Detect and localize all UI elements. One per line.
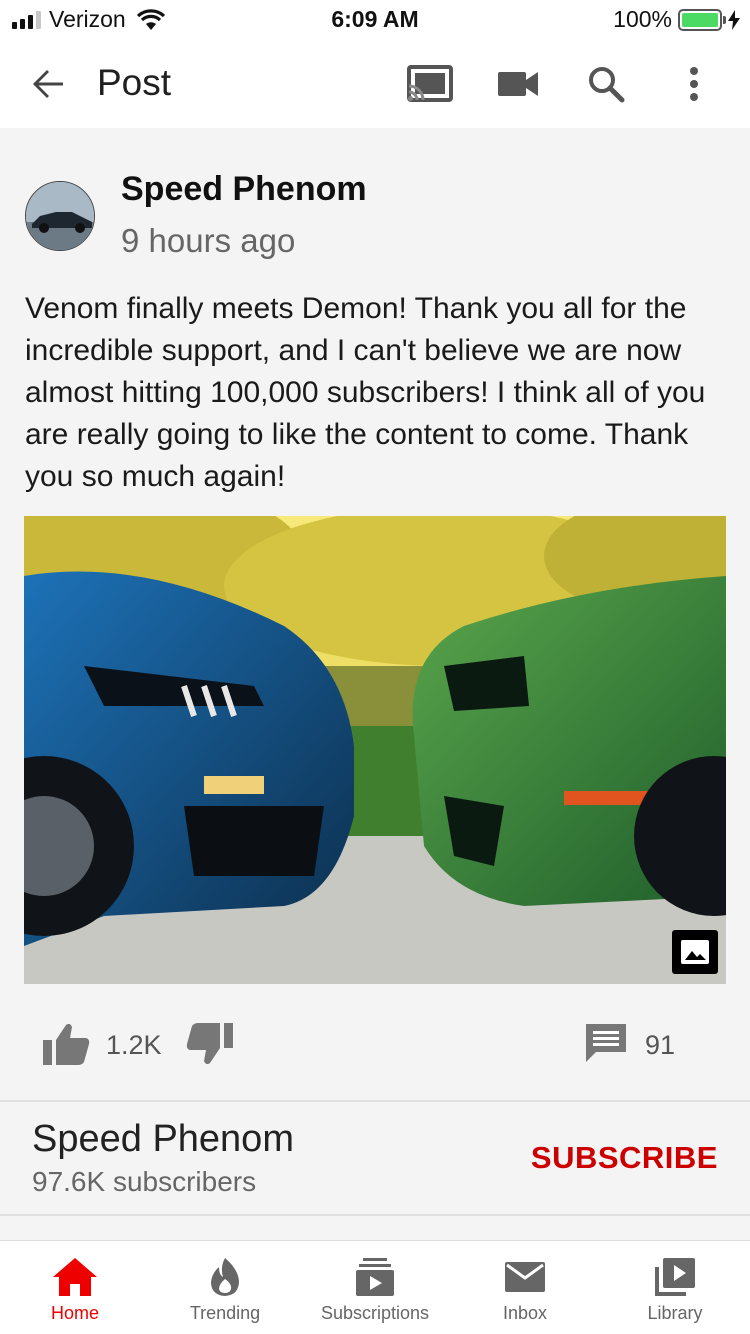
page-title: Post [97, 62, 172, 103]
nav-trending[interactable]: Trending [150, 1241, 300, 1334]
back-button[interactable] [22, 58, 74, 110]
more-options-button[interactable] [668, 58, 720, 110]
dislike-button[interactable] [186, 1022, 234, 1071]
subscribe-button[interactable]: SUBSCRIBE [531, 1140, 718, 1176]
like-count: 1.2K [106, 1030, 162, 1060]
home-icon [53, 1258, 97, 1296]
battery-icon [678, 8, 726, 31]
bottom-nav: Home Trending Subscriptions Inbox Librar… [0, 1240, 750, 1334]
nav-library[interactable]: Library [600, 1241, 750, 1334]
nav-inbox[interactable]: Inbox [450, 1241, 600, 1334]
channel-name[interactable]: Speed Phenom [32, 1118, 294, 1161]
avatar-car-image [26, 182, 94, 250]
mail-icon [505, 1262, 545, 1292]
like-button[interactable] [42, 1022, 90, 1071]
post-text: Venom finally meets Demon! Thank you all… [25, 292, 706, 493]
library-icon [655, 1258, 695, 1296]
subscriptions-icon [356, 1258, 394, 1296]
search-icon [589, 67, 625, 103]
nav-home[interactable]: Home [0, 1241, 150, 1334]
image-icon [681, 940, 709, 964]
nav-label: Library [647, 1303, 703, 1323]
nav-subscriptions[interactable]: Subscriptions [300, 1241, 450, 1334]
image-badge [672, 930, 718, 974]
search-button[interactable] [580, 58, 632, 110]
cars-photo [24, 516, 726, 984]
subscriber-count: 97.6K subscribers [32, 1166, 257, 1197]
thumbs-up-icon [43, 1023, 90, 1065]
community-post: Speed Phenom 9 hours ago Venom finally m… [0, 128, 750, 1100]
battery-percent: 100% [613, 6, 672, 32]
comment-count: 91 [645, 1030, 676, 1060]
nav-label: Trending [189, 1303, 261, 1323]
nav-label: Home [50, 1303, 99, 1323]
post-actions: 1.2K 91 [0, 1018, 750, 1074]
upload-video-button[interactable] [492, 58, 544, 110]
flame-icon [211, 1258, 239, 1296]
more-vert-icon [690, 67, 698, 101]
app-bar: Post [0, 40, 750, 128]
channel-row: Speed Phenom 97.6K subscribers SUBSCRIBE [0, 1102, 750, 1214]
channel-avatar[interactable] [25, 181, 95, 251]
cast-icon [407, 65, 453, 102]
comment-icon [586, 1024, 626, 1062]
post-image[interactable] [24, 516, 726, 984]
post-timestamp: 9 hours ago [121, 222, 296, 259]
comments-button[interactable] [584, 1022, 628, 1069]
divider [0, 1214, 750, 1216]
charging-bolt-icon [728, 9, 740, 30]
nav-label: Subscriptions [320, 1303, 430, 1323]
cast-button[interactable] [404, 58, 456, 110]
back-arrow-icon [33, 70, 63, 98]
nav-label: Inbox [502, 1303, 548, 1323]
post-author[interactable]: Speed Phenom [121, 170, 367, 209]
thumbs-down-icon [186, 1023, 233, 1065]
video-camera-icon [498, 72, 538, 96]
status-bar: Verizon 6:09 AM 100% [0, 0, 750, 40]
